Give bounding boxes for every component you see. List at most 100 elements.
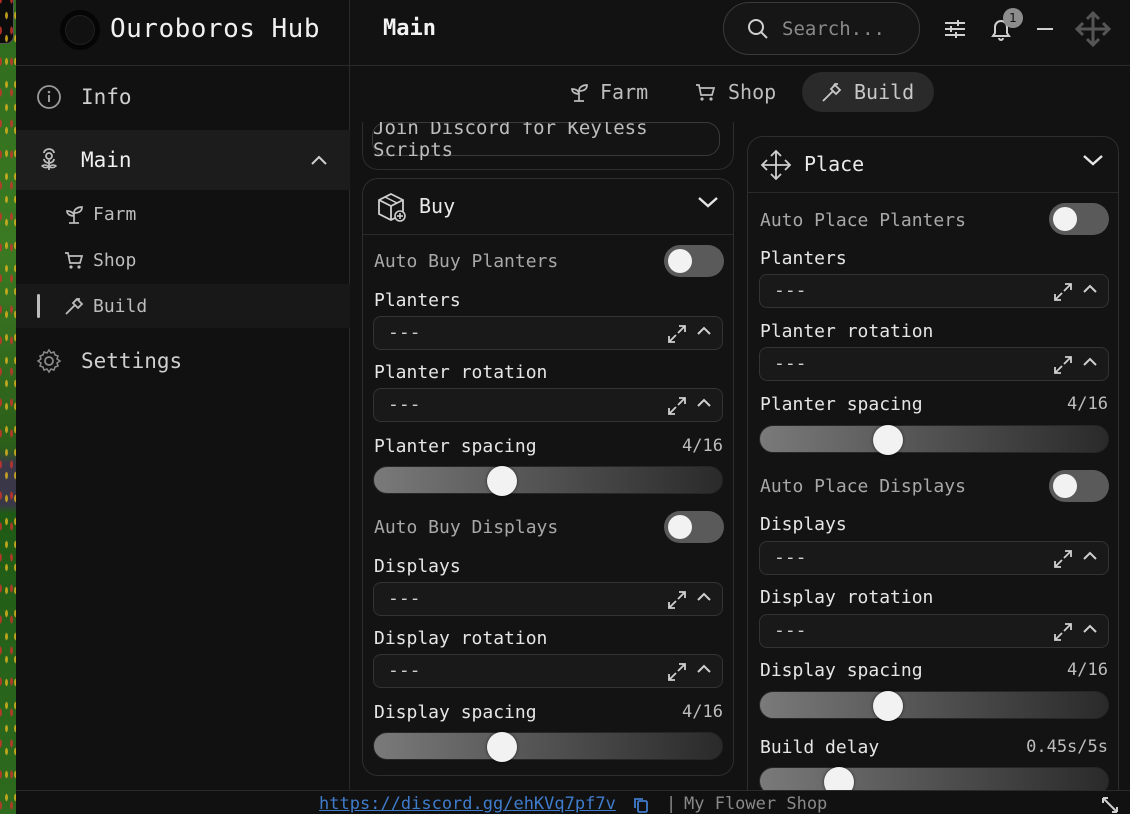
move-icon[interactable] bbox=[1072, 8, 1114, 50]
auto-buy-planters-toggle[interactable] bbox=[664, 245, 724, 277]
slider-knob[interactable] bbox=[486, 466, 517, 496]
tab-farm[interactable]: Farm bbox=[568, 72, 660, 112]
auto-place-displays-toggle[interactable] bbox=[1049, 470, 1109, 502]
chevron-up-icon bbox=[696, 325, 712, 337]
auto-buy-planters-label: Auto Buy Planters bbox=[374, 251, 559, 272]
minimize-icon[interactable] bbox=[1030, 14, 1060, 44]
discord-link[interactable]: https://discord.gg/ehKVq7pf7v bbox=[319, 794, 616, 814]
dropdown-value: --- bbox=[774, 547, 807, 568]
display-rotation-dropdown[interactable]: --- bbox=[373, 654, 723, 688]
planter-rotation-label: Planter rotation bbox=[374, 362, 548, 383]
resize-icon[interactable] bbox=[1100, 796, 1120, 814]
sidebar-subitem-label: Shop bbox=[93, 249, 137, 271]
planters-label: Planters bbox=[374, 290, 461, 311]
game-background bbox=[0, 0, 16, 814]
planter-spacing-label: Planter spacing bbox=[760, 394, 923, 415]
sidebar-subitem-build[interactable]: Build bbox=[16, 284, 350, 328]
sidebar-item-info[interactable]: Info bbox=[16, 68, 350, 126]
chevron-up-icon bbox=[696, 663, 712, 675]
planters-dropdown[interactable]: --- bbox=[373, 316, 723, 350]
header: Main 1 bbox=[350, 0, 1130, 66]
expand-icon[interactable] bbox=[666, 395, 688, 417]
page-title: Main bbox=[383, 16, 436, 41]
expand-icon[interactable] bbox=[666, 661, 688, 683]
display-spacing-value: 4/16 bbox=[682, 702, 723, 722]
sliders-icon[interactable] bbox=[940, 14, 970, 44]
planters-dropdown[interactable]: --- bbox=[759, 274, 1109, 308]
cart-icon bbox=[694, 81, 718, 103]
slider-knob[interactable] bbox=[872, 691, 903, 721]
slider-knob[interactable] bbox=[872, 425, 903, 455]
dropdown-value: --- bbox=[774, 280, 807, 301]
gear-icon bbox=[36, 348, 62, 374]
expand-icon[interactable] bbox=[1052, 281, 1074, 303]
auto-buy-displays-toggle[interactable] bbox=[664, 511, 724, 543]
dropdown-value: --- bbox=[388, 588, 421, 609]
expand-icon[interactable] bbox=[1052, 621, 1074, 643]
sidebar-item-settings[interactable]: Settings bbox=[16, 332, 350, 390]
active-indicator bbox=[37, 294, 40, 318]
build-delay-slider[interactable] bbox=[759, 767, 1109, 790]
move-icon bbox=[760, 149, 792, 181]
search-input[interactable] bbox=[782, 15, 912, 43]
chevron-down-icon[interactable] bbox=[697, 195, 719, 209]
expand-icon[interactable] bbox=[666, 589, 688, 611]
auto-place-planters-toggle[interactable] bbox=[1049, 203, 1109, 235]
app-title: Ouroboros Hub bbox=[110, 14, 320, 44]
game-name: My Flower Shop bbox=[684, 794, 828, 814]
displays-label: Displays bbox=[374, 556, 461, 577]
sidebar-item-label: Info bbox=[81, 85, 132, 109]
planter-rotation-label: Planter rotation bbox=[760, 321, 934, 342]
info-icon bbox=[36, 84, 62, 110]
dropdown-value: --- bbox=[774, 353, 807, 374]
display-spacing-slider[interactable] bbox=[373, 732, 723, 762]
dropdown-value: --- bbox=[774, 620, 807, 641]
section-title: Buy bbox=[419, 194, 456, 218]
tab-shop[interactable]: Shop bbox=[694, 72, 786, 112]
sidebar-subitem-shop[interactable]: Shop bbox=[16, 238, 350, 282]
tab-label: Farm bbox=[600, 80, 649, 104]
displays-dropdown[interactable]: --- bbox=[373, 582, 723, 616]
ouroboros-logo-icon bbox=[60, 10, 100, 50]
display-rotation-label: Display rotation bbox=[374, 628, 548, 649]
bell-icon[interactable]: 1 bbox=[986, 8, 1023, 44]
display-spacing-slider[interactable] bbox=[759, 691, 1109, 721]
dropdown-value: --- bbox=[388, 322, 421, 343]
display-rotation-dropdown[interactable]: --- bbox=[759, 614, 1109, 648]
planters-label: Planters bbox=[760, 248, 847, 269]
toggle-knob bbox=[1053, 207, 1077, 231]
displays-dropdown[interactable]: --- bbox=[759, 541, 1109, 575]
place-section-header[interactable]: Place bbox=[748, 137, 1118, 193]
planter-spacing-slider[interactable] bbox=[759, 425, 1109, 455]
displays-label: Displays bbox=[760, 514, 847, 535]
search-box[interactable] bbox=[723, 2, 920, 55]
planter-spacing-label: Planter spacing bbox=[374, 436, 537, 457]
sidebar-item-main[interactable]: Main bbox=[16, 130, 350, 190]
expand-icon[interactable] bbox=[666, 323, 688, 345]
hammer-icon bbox=[820, 80, 844, 104]
sidebar-subitem-farm[interactable]: Farm bbox=[16, 192, 350, 236]
cart-icon bbox=[63, 249, 85, 271]
planter-rotation-dropdown[interactable]: --- bbox=[759, 347, 1109, 381]
planter-spacing-value: 4/16 bbox=[682, 436, 723, 456]
slider-knob[interactable] bbox=[486, 732, 517, 762]
chevron-up-icon[interactable] bbox=[310, 154, 328, 166]
planter-spacing-slider[interactable] bbox=[373, 466, 723, 496]
planter-spacing-value: 4/16 bbox=[1067, 394, 1108, 414]
copy-icon[interactable] bbox=[632, 796, 650, 814]
buy-section-header[interactable]: Buy bbox=[363, 179, 733, 235]
planter-rotation-dropdown[interactable]: --- bbox=[373, 388, 723, 422]
flower-icon bbox=[36, 147, 62, 173]
chevron-up-icon bbox=[1082, 550, 1098, 562]
slider-knob[interactable] bbox=[824, 767, 855, 790]
tab-label: Shop bbox=[728, 80, 777, 104]
expand-icon[interactable] bbox=[1052, 354, 1074, 376]
chevron-up-icon bbox=[696, 591, 712, 603]
notification-badge: 1 bbox=[1003, 8, 1023, 28]
join-discord-button[interactable]: Join Discord for Keyless Scripts bbox=[372, 122, 720, 161]
sprout-icon bbox=[63, 203, 85, 225]
chevron-down-icon[interactable] bbox=[1082, 153, 1104, 167]
tab-build[interactable]: Build bbox=[802, 72, 934, 112]
expand-icon[interactable] bbox=[1052, 548, 1074, 570]
auto-place-planters-label: Auto Place Planters bbox=[760, 210, 966, 231]
